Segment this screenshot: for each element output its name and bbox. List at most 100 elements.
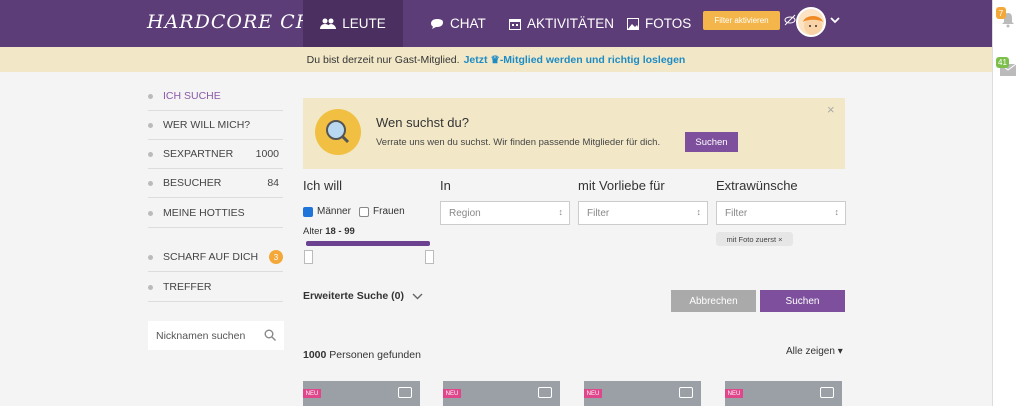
photo-icon (627, 17, 639, 30)
extra-select[interactable]: Filter ↕ (716, 201, 846, 225)
sidebar-item-besucher[interactable]: BESUCHER 84 (148, 169, 283, 198)
maenner-checkbox[interactable]: Männer (303, 206, 351, 217)
intro-search-button[interactable]: Suchen (685, 132, 738, 152)
frauen-checkbox[interactable]: Frauen (359, 206, 405, 217)
profile-card[interactable]: NEU (303, 381, 420, 406)
search-button[interactable]: Suchen (760, 290, 845, 312)
bullet-icon (148, 93, 153, 99)
extra-heading: Extrawünsche (716, 178, 798, 193)
profile-card[interactable]: NEU (584, 381, 701, 406)
people-icon (320, 18, 337, 29)
sidebar-item-label: SCHARF AUF DICH (163, 251, 259, 263)
nav-chat[interactable]: CHAT (430, 0, 486, 47)
nav-fotos-label: FOTOS (645, 16, 692, 31)
search-icon[interactable] (264, 329, 276, 341)
age-label: Alter 18 - 99 (303, 226, 355, 237)
close-icon[interactable]: × (827, 102, 835, 117)
results-number: 1000 (303, 349, 327, 361)
sidebar-item-ich-suche[interactable]: ICH SUCHE (148, 82, 283, 111)
checkbox-checked-icon (303, 206, 313, 217)
vorliebe-placeholder: Filter (587, 207, 610, 219)
age-max-handle[interactable] (425, 250, 434, 264)
magnifier-circle (315, 109, 361, 155)
extra-placeholder: Filter (725, 207, 748, 219)
bullet-icon (148, 210, 153, 216)
cancel-button[interactable]: Abbrechen (671, 290, 756, 312)
notice-text: Du bist derzeit nur Gast-Mitglied. (306, 53, 460, 66)
guest-notice-bar: Du bist derzeit nur Gast-Mitglied. Jetzt… (0, 47, 992, 72)
maenner-label: Männer (317, 206, 351, 217)
nav-aktivitaeten-label: AKTIVITÄTEN (527, 16, 615, 31)
sidebar-item-treffer[interactable]: TREFFER (148, 273, 283, 302)
sidebar-item-badge: 3 (269, 250, 283, 264)
bullet-icon (148, 254, 153, 260)
nav-leute[interactable]: LEUTE (303, 0, 403, 47)
nav-fotos[interactable]: FOTOS (627, 0, 691, 47)
in-heading: In (440, 178, 451, 193)
hidden-eye-icon[interactable] (784, 14, 796, 26)
sidebar-item-label: MEINE HOTTIES (163, 207, 245, 219)
age-min-handle[interactable] (304, 250, 313, 264)
checkbox-empty-icon (359, 206, 369, 217)
sidebar-item-scharf-auf-dich[interactable]: SCHARF AUF DICH 3 (148, 243, 283, 272)
sidebar-item-count: 1000 (255, 148, 279, 160)
camera-icon (820, 387, 834, 398)
sidebar-item-sexpartner[interactable]: SEXPARTNER 1000 (148, 140, 283, 169)
nickname-placeholder: Nicknamen suchen (156, 329, 246, 342)
profile-card[interactable]: NEU (443, 381, 560, 406)
extended-search-toggle[interactable]: Erweiterte Suche (0) (303, 290, 423, 302)
show-all-dropdown[interactable]: Alle zeigen ▾ (786, 346, 843, 357)
camera-icon (679, 387, 693, 398)
sidebar-item-label: ICH SUCHE (163, 90, 221, 102)
region-placeholder: Region (449, 207, 481, 219)
updown-arrow-icon: ↕ (558, 207, 564, 217)
age-range-slider[interactable] (306, 241, 430, 246)
chat-bubble-icon (431, 18, 443, 29)
new-badge: NEU (303, 389, 321, 398)
sidebar-item-label: SEXPARTNER (163, 148, 234, 160)
profile-card[interactable]: NEU (725, 381, 842, 406)
camera-icon (398, 387, 412, 398)
chevron-down-icon (412, 293, 423, 299)
calendar-icon (509, 18, 521, 30)
updown-arrow-icon: ↕ (834, 207, 840, 217)
new-badge: NEU (725, 389, 743, 398)
chevron-down-icon[interactable] (830, 17, 840, 24)
nickname-search-input[interactable]: Nicknamen suchen (148, 321, 284, 350)
user-avatar[interactable] (796, 7, 826, 37)
nav-leute-label: LEUTE (342, 16, 386, 31)
ich-will-heading: Ich will (303, 178, 343, 193)
nav-aktivitaeten[interactable]: AKTIVITÄTEN (509, 0, 614, 47)
frauen-label: Frauen (373, 206, 405, 217)
sidebar-item-label: BESUCHER (163, 177, 222, 189)
region-select[interactable]: Region ↕ (440, 201, 570, 225)
extended-search-label: Erweiterte Suche (0) (303, 290, 404, 302)
vorliebe-heading: mit Vorliebe für (578, 178, 665, 193)
age-label-text: Alter (303, 226, 323, 237)
filter-activate-button[interactable]: Filter aktivieren (703, 11, 780, 30)
search-intro-title: Wen suchst du? (376, 115, 469, 130)
magnifier-icon (326, 120, 350, 144)
camera-icon (538, 387, 552, 398)
search-intro-subtitle: Verrate uns wen du suchst. Wir finden pa… (376, 137, 661, 148)
vorliebe-select[interactable]: Filter ↕ (578, 201, 708, 225)
results-count: 1000 Personen gefunden (303, 349, 421, 361)
upgrade-link[interactable]: Jetzt ♛-Mitglied werden und richtig losl… (464, 54, 686, 66)
age-range-value: 18 - 99 (325, 226, 355, 237)
bullet-icon (148, 284, 153, 290)
bullet-icon (148, 122, 153, 128)
notification-badge: 7 (996, 7, 1006, 19)
foto-zuerst-tag[interactable]: mit Foto zuerst × (716, 232, 793, 246)
sidebar-item-label: WER WILL MICH? (163, 119, 251, 131)
sidebar-item-count: 84 (267, 177, 279, 189)
bullet-icon (148, 151, 153, 157)
updown-arrow-icon: ↕ (696, 207, 702, 217)
results-suffix: Personen gefunden (329, 349, 421, 361)
search-intro-box (303, 98, 845, 169)
sidebar-item-wer-will-mich[interactable]: WER WILL MICH? (148, 111, 283, 140)
nav-chat-label: CHAT (450, 16, 486, 31)
new-badge: NEU (584, 389, 602, 398)
sidebar-item-label: TREFFER (163, 281, 212, 293)
sidebar-item-meine-hotties[interactable]: MEINE HOTTIES (148, 199, 283, 228)
new-badge: NEU (443, 389, 461, 398)
